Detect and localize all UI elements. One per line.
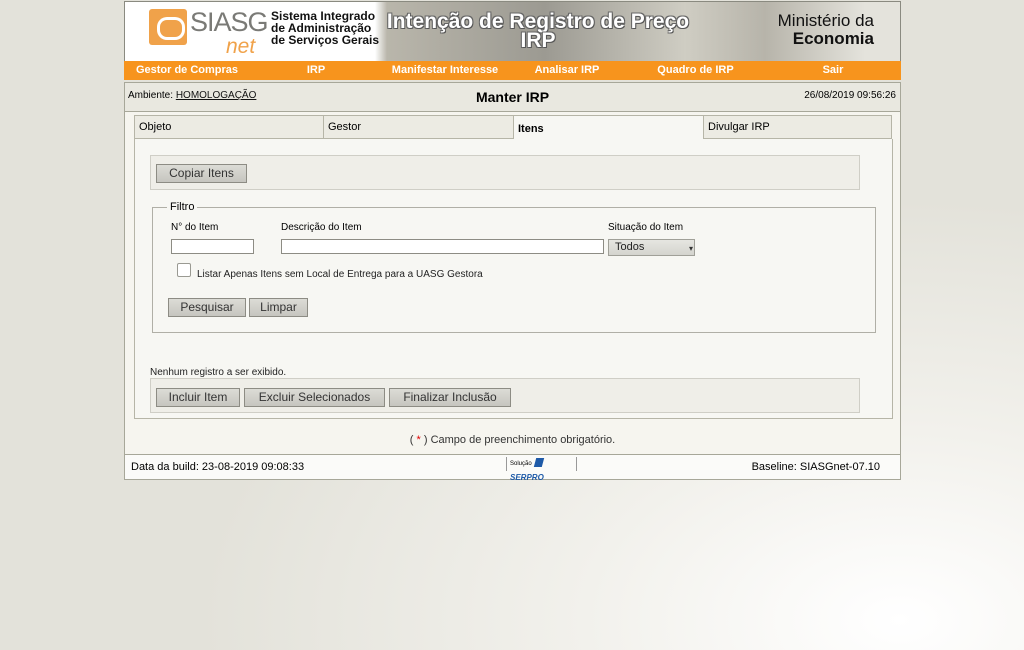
build-date: Data da build: 23-08-2019 09:08:33	[131, 461, 305, 473]
ministry-logo: Ministério da Economia	[778, 12, 874, 48]
content-area: Objeto Gestor Itens Divulgar IRP Copiar …	[124, 112, 901, 454]
item-number-input[interactable]	[171, 239, 254, 254]
logo-net-text: net	[226, 35, 256, 58]
menu-item-irp[interactable]: IRP	[250, 61, 382, 80]
clear-button[interactable]: Limpar	[249, 298, 308, 317]
siasg-logo-icon	[149, 9, 187, 45]
items-tab-panel: Copiar Itens Filtro N° do Item Descrição…	[134, 139, 893, 419]
filter-legend: Filtro	[167, 201, 198, 213]
required-note-open: (	[409, 434, 414, 446]
siasg-logo: SIASG net	[149, 7, 269, 59]
delete-selected-button[interactable]: Excluir Selecionados	[244, 388, 385, 407]
environment-bar: Ambiente: HOMOLOGAÇÃO Manter IRP 26/08/2…	[124, 82, 901, 112]
baseline-version: Baseline: SIASGnet-07.10	[751, 461, 880, 473]
serpro-icon	[533, 458, 544, 467]
footer: Data da build: 23-08-2019 09:08:33 Soluç…	[124, 454, 901, 482]
finish-inclusion-button[interactable]: Finalizar Inclusão	[389, 388, 511, 407]
search-button[interactable]: Pesquisar	[168, 298, 246, 317]
app-window: SIASG net Sistema Integrado de Administr…	[124, 1, 901, 482]
no-delivery-location-label: Listar Apenas Itens sem Local de Entrega…	[197, 269, 483, 280]
required-note-text: ) Campo de preenchimento obrigatório.	[423, 434, 616, 446]
tab-objeto[interactable]: Objeto	[134, 115, 323, 139]
copy-items-button[interactable]: Copiar Itens	[156, 164, 247, 183]
environment-link[interactable]: HOMOLOGAÇÃO	[176, 90, 257, 101]
include-item-button[interactable]: Incluir Item	[156, 388, 240, 407]
copy-items-box: Copiar Itens	[150, 155, 860, 190]
menu-item-analisar-irp[interactable]: Analisar IRP	[508, 61, 626, 80]
solution-label: Solução	[510, 461, 532, 467]
item-actions-box: Incluir Item Excluir Selecionados Finali…	[150, 378, 860, 413]
tab-divulgar-irp[interactable]: Divulgar IRP	[703, 115, 892, 139]
filter-fieldset: Filtro N° do Item Descrição do Item Situ…	[152, 201, 876, 333]
item-status-select[interactable]: Todos ▾	[608, 239, 695, 256]
tab-gestor[interactable]: Gestor	[323, 115, 513, 139]
item-number-label: N° do Item	[171, 222, 219, 233]
item-description-label: Descrição do Item	[281, 222, 362, 233]
item-status-value: Todos	[615, 241, 645, 253]
menu-item-gestor-de-compras[interactable]: Gestor de Compras	[124, 61, 250, 80]
environment-label-text: Ambiente:	[128, 90, 174, 101]
tab-bar: Objeto Gestor Itens Divulgar IRP	[134, 115, 892, 139]
required-field-note: ( * ) Campo de preenchimento obrigatório…	[125, 434, 900, 446]
environment-label: Ambiente: HOMOLOGAÇÃO	[128, 90, 256, 101]
serpro-logo: Solução SERPRO	[506, 457, 577, 482]
banner-title: Intenção de Registro de Preço IRP	[386, 10, 690, 52]
tab-itens[interactable]: Itens	[513, 115, 703, 139]
chevron-down-icon: ▾	[688, 244, 693, 253]
current-datetime: 26/08/2019 09:56:26	[804, 90, 896, 101]
main-menu: Gestor de Compras IRP Manifestar Interes…	[124, 61, 901, 80]
menu-item-quadro-de-irp[interactable]: Quadro de IRP	[626, 61, 765, 80]
item-status-label: Situação do Item	[608, 222, 684, 233]
system-title: Sistema Integrado de Administração de Se…	[271, 9, 380, 47]
menu-item-manifestar-interesse[interactable]: Manifestar Interesse	[382, 61, 508, 80]
ministry-line1: Ministério da	[777, 11, 874, 30]
required-star: *	[416, 434, 421, 446]
no-delivery-location-checkbox[interactable]	[177, 263, 191, 277]
empty-results-message: Nenhum registro a ser exibido.	[150, 367, 287, 378]
menu-item-sair[interactable]: Sair	[765, 61, 901, 80]
header-banner: SIASG net Sistema Integrado de Administr…	[124, 1, 901, 62]
ministry-line2: Economia	[792, 29, 874, 48]
logo-text: SIASG	[190, 7, 269, 37]
item-description-input[interactable]	[281, 239, 604, 254]
serpro-name: SERPRO	[510, 473, 544, 482]
